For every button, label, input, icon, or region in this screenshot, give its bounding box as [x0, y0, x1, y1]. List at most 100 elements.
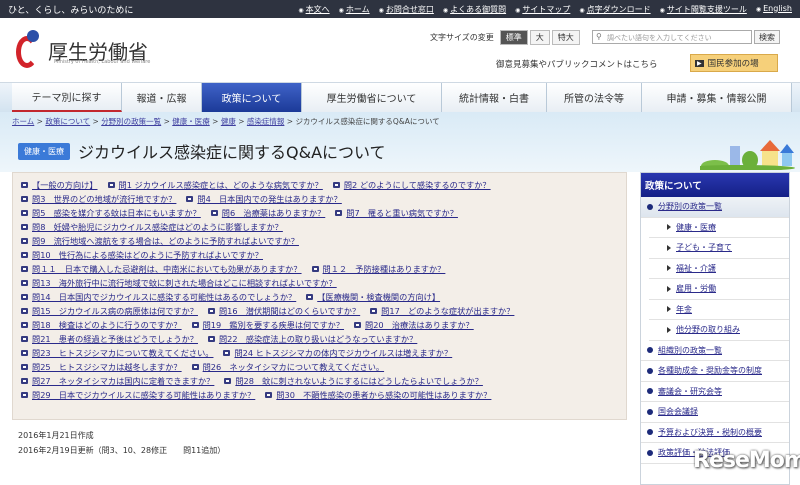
sidebar-item[interactable]: 予算および決算・税制の概要	[641, 423, 789, 443]
nav-tab[interactable]: 厚生労働省について	[302, 83, 442, 112]
qa-link[interactable]: 問29 日本でジカウイルスに感染する可能性はありますか？	[32, 389, 255, 401]
qa-link[interactable]: 問27 ネッタイシマカは国内に定着できますか？	[32, 375, 214, 387]
font-size-large-button[interactable]: 大	[529, 30, 550, 45]
qa-link[interactable]: 問13 海外旅行中に流行地域で蚊に刺された場合はどこに相談すればよいですか？	[32, 277, 337, 289]
utility-link[interactable]: 本文へ	[298, 4, 330, 15]
sidebar-item[interactable]: 年金	[649, 300, 789, 320]
qa-link[interactable]: 問4 日本国内での発生はありますか？	[197, 193, 341, 205]
qa-link[interactable]: 問28 蚊に刺されないようにするにはどうしたらよいでしょうか？	[235, 375, 483, 387]
qa-item: 問20 治療法はありますか？	[354, 319, 474, 331]
triangle-bullet-icon	[667, 306, 671, 313]
qa-link[interactable]: 問25 ヒトスジシマカは越冬しますか？	[32, 361, 182, 373]
qa-item: 問21 患者の経過と予後はどうでしょうか？	[21, 333, 198, 345]
qa-link[interactable]: 問6 治療薬はありますか？	[222, 207, 325, 219]
qa-link[interactable]: 問15 ジカウイルス病の病原体は何ですか？	[32, 305, 198, 317]
triangle-bullet-icon	[667, 244, 671, 251]
qa-link[interactable]: 問１２ 予防接種はありますか？	[323, 263, 446, 275]
search-button[interactable]: 検索	[754, 30, 780, 44]
link-arrow-icon	[311, 266, 319, 272]
breadcrumb-link[interactable]: 健康	[221, 117, 236, 126]
qa-item: 問28 蚊に刺されないようにするにはどうしたらよいでしょうか？	[224, 375, 483, 387]
sidebar-item-label: 審議会・研究会等	[658, 386, 722, 396]
qa-link[interactable]: 【医療機関・検査機関の方向け】	[317, 291, 440, 303]
sidebar-item-label: 健康・医療	[676, 222, 716, 232]
breadcrumb-link[interactable]: ホーム	[12, 117, 34, 126]
link-arrow-icon	[207, 336, 215, 342]
qa-item: 問16 潜伏期間はどのくらいですか？	[207, 305, 360, 317]
qa-link[interactable]: 【一般の方向け】	[32, 179, 98, 191]
nav-tab[interactable]: 政策について	[202, 83, 302, 112]
nav-tab[interactable]: 所管の法令等	[547, 83, 642, 112]
circle-bullet-icon	[647, 203, 653, 210]
qa-link[interactable]: 問21 患者の経過と予後はどうでしょうか？	[32, 333, 198, 345]
sidebar-item[interactable]: 雇用・労働	[649, 279, 789, 300]
utility-link[interactable]: よくある御質問	[443, 4, 506, 15]
qa-link[interactable]: 問16 潜伏期間はどのくらいですか？	[219, 305, 360, 317]
utility-links: 本文へホームお問合せ窓口よくある御質問サイトマップ点字ダウンロードサイト閲覧支援…	[298, 4, 792, 15]
qa-link[interactable]: 問14 日本国内でジカウイルスに感染する可能性はあるのでしょうか？	[32, 291, 296, 303]
sidebar-item[interactable]: 審議会・研究会等	[641, 382, 789, 402]
breadcrumb-link[interactable]: 分野別の政策一覧	[101, 117, 161, 126]
link-arrow-icon	[21, 252, 28, 258]
qa-link[interactable]: 問2 どのようにして感染するのですか？	[344, 179, 491, 191]
qa-item: 問19 鑑別を要する疾患は何ですか？	[191, 319, 344, 331]
sidebar-item[interactable]: 他分野の取り組み	[649, 320, 789, 341]
sidebar-header[interactable]: 政策について	[641, 173, 789, 197]
utility-link[interactable]: English	[756, 4, 792, 15]
qa-link[interactable]: 問30 不顕性感染の患者から感染の可能性はありますか？	[276, 389, 491, 401]
font-size-standard-button[interactable]: 標準	[499, 30, 528, 45]
qa-link[interactable]: 問１１ 日本で購入した忌避剤は、中南米においても効果がありますか？	[32, 263, 302, 275]
nav-tab[interactable]: テーマ別に探す	[12, 83, 122, 112]
qa-link[interactable]: 問23 ヒトスジシマカについて教えてください。	[32, 347, 213, 359]
link-arrow-icon	[223, 350, 231, 356]
qa-link-list: 【一般の方向け】 問1 ジカウイルス感染症とは、どのような病気ですか？ 問2 どのよ…	[12, 172, 627, 420]
sidebar-item[interactable]: 分野別の政策一覧	[641, 197, 789, 218]
sidebar-item[interactable]: 健康・医療	[649, 218, 789, 238]
qa-link[interactable]: 問7 罹ると重い病気ですか？	[346, 207, 458, 219]
qa-link[interactable]: 問22 感染症法上の取り扱いはどうなっていますか？	[219, 333, 417, 345]
qa-item: 問10 性行為による感染はどのように予防すればよいですか？	[21, 249, 263, 261]
qa-link[interactable]: 問5 感染を媒介する蚊は日本にもいますか？	[32, 207, 201, 219]
kokumin-button[interactable]: ▶ 国民参加の場	[690, 54, 778, 72]
sidebar-item[interactable]: 各種助成金・奨励金等の制度	[641, 361, 789, 382]
watermark-logo: ReseMom	[693, 448, 800, 473]
qa-link[interactable]: 問3 世界のどの地域が流行地ですか？	[32, 193, 176, 205]
qa-row: 【一般の方向け】 問1 ジカウイルス感染症とは、どのような病気ですか？ 問2 どのよ…	[21, 178, 618, 192]
link-arrow-icon	[332, 182, 340, 188]
nav-tab[interactable]: 申請・募集・情報公開	[642, 83, 792, 112]
utility-link[interactable]: ホーム	[339, 4, 370, 15]
qa-link[interactable]: 問9 流行地域へ渡航をする場合は、どのように予防すればよいですか？	[32, 235, 299, 247]
qa-item: 問6 治療薬はありますか？	[210, 207, 325, 219]
utility-link[interactable]: サイト閲覧支援ツール	[660, 4, 747, 15]
link-arrow-icon	[265, 392, 273, 398]
qa-link[interactable]: 問24 ヒトスジシマカの体内でジカウイルスは増えますか？	[234, 347, 452, 359]
sidebar-item[interactable]: 福祉・介護	[649, 259, 789, 279]
qa-link[interactable]: 問18 検査はどのように行うのですか？	[32, 319, 182, 331]
qa-item: 問14 日本国内でジカウイルスに感染する可能性はあるのでしょうか？	[21, 291, 296, 303]
breadcrumb-link[interactable]: 感染症情報	[247, 117, 285, 126]
utility-link[interactable]: お問合せ窓口	[379, 4, 434, 15]
qa-link[interactable]: 問17 どのような症状が出ますか？	[381, 305, 514, 317]
qa-row: 問14 日本国内でジカウイルスに感染する可能性はあるのでしょうか？ 【医療機関・検…	[21, 290, 618, 304]
utility-link[interactable]: 点字ダウンロード	[579, 4, 651, 15]
sidebar-item[interactable]: 組織別の政策一覧	[641, 341, 789, 361]
qa-link[interactable]: 問26 ネッタイシマカについて教えてください。	[203, 361, 384, 373]
sidebar-item[interactable]: 子ども・子育て	[649, 238, 789, 259]
qa-link[interactable]: 問19 鑑別を要する疾患は何ですか？	[203, 319, 344, 331]
site-logo[interactable]: 厚生労働省 Ministry of Health, Labour and Wel…	[14, 30, 150, 70]
page-title: ジカウイルス感染症に関するQ&Aについて	[78, 143, 386, 162]
qa-row: 問8 妊婦や胎児にジカウイルス感染症はどのように影響しますか？	[21, 220, 618, 234]
utility-link[interactable]: サイトマップ	[515, 4, 570, 15]
nav-tab[interactable]: 統計情報・白書	[442, 83, 547, 112]
qa-link[interactable]: 問1 ジカウイルス感染症とは、どのような病気ですか？	[119, 179, 323, 191]
qa-link[interactable]: 問10 性行為による感染はどのように予防すればよいですか？	[32, 249, 263, 261]
qa-link[interactable]: 問8 妊婦や胎児にジカウイルス感染症はどのように影響しますか？	[32, 221, 283, 233]
font-size-xlarge-button[interactable]: 特大	[551, 30, 580, 45]
qa-link[interactable]: 問20 治療法はありますか？	[365, 319, 474, 331]
search-input[interactable]: ⚲ 調べたい語句を入力してください	[592, 30, 752, 44]
top-utility-bar: ひと、くらし、みらいのために 本文へホームお問合せ窓口よくある御質問サイトマップ…	[0, 0, 800, 18]
breadcrumb-link[interactable]: 政策について	[45, 117, 90, 126]
nav-tab[interactable]: 報道・広報	[122, 83, 202, 112]
breadcrumb-link[interactable]: 健康・医療	[172, 117, 210, 126]
sidebar-item[interactable]: 国会会議録	[641, 402, 789, 423]
